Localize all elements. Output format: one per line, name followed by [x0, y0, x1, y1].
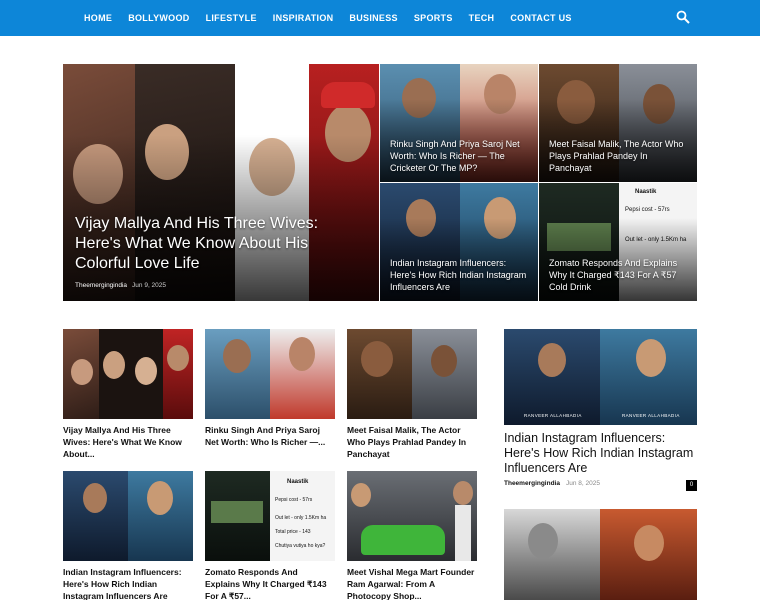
featured-main-meta: Theemergingindia Jun 9, 2025 — [75, 282, 166, 289]
post-card-1-title[interactable]: Vijay Mallya And His Three Wives: Here's… — [63, 424, 193, 460]
post-card-5-phone-line-2: Out let - only 1.5Km ha — [275, 515, 327, 521]
featured-tile-2[interactable]: Meet Faisal Malik, The Actor Who Plays P… — [539, 64, 697, 182]
featured-main-author[interactable]: Theemergingindia — [75, 282, 127, 289]
post-card-4-title[interactable]: Indian Instagram Influencers: Here's How… — [63, 566, 193, 600]
post-card-5-phone-line-4: Chutiya vutiya ho kya? — [275, 543, 326, 549]
nav-menu: HOME BOLLYWOOD LIFESTYLE INSPIRATION BUS… — [76, 0, 580, 36]
featured-tile-3[interactable]: Indian Instagram Influencers: Here's How… — [380, 183, 538, 301]
nav-item-lifestyle[interactable]: LIFESTYLE — [198, 0, 265, 36]
comment-icon[interactable]: 0 — [686, 480, 697, 491]
featured-tile-4-title[interactable]: Zomato Responds And Explains Why It Char… — [549, 257, 689, 293]
nav-item-sports[interactable]: SPORTS — [406, 0, 461, 36]
sidebar-post-thumb[interactable]: RANVEER ALLAHBADIA RANVEER ALLAHBADIA — [504, 329, 697, 425]
featured-main-date: Jun 9, 2025 — [132, 282, 167, 289]
sidebar-thumb-tag-2: RANVEER ALLAHBADIA — [622, 413, 680, 418]
search-icon[interactable] — [676, 10, 690, 24]
featured-tile-2-title[interactable]: Meet Faisal Malik, The Actor Who Plays P… — [549, 138, 689, 174]
post-card-5-phone-line-1: Pepsi cost - 57rs — [275, 497, 313, 503]
post-card-2-title[interactable]: Rinku Singh And Priya Saroj Net Worth: W… — [205, 424, 335, 448]
nav-item-inspiration[interactable]: INSPIRATION — [265, 0, 342, 36]
featured-tile-3-title[interactable]: Indian Instagram Influencers: Here's How… — [390, 257, 530, 293]
nav-item-bollywood[interactable]: BOLLYWOOD — [120, 0, 197, 36]
post-card-1[interactable]: Vijay Mallya And His Three Wives: Here's… — [63, 329, 193, 460]
post-card-6[interactable]: Meet Vishal Mega Mart Founder Ram Agarwa… — [347, 471, 477, 600]
nav-item-tech[interactable]: TECH — [461, 0, 503, 36]
nav-item-business[interactable]: BUSINESS — [341, 0, 405, 36]
post-card-2-thumb[interactable] — [205, 329, 335, 419]
post-card-5-title[interactable]: Zomato Responds And Explains Why It Char… — [205, 566, 335, 600]
featured-tile-4[interactable]: Naastik Pepsi cost - 57rs Out let - only… — [539, 183, 697, 301]
featured-tile-4-phone-line-1: Pepsi cost - 57rs — [625, 207, 670, 213]
post-card-6-title[interactable]: Meet Vishal Mega Mart Founder Ram Agarwa… — [347, 566, 477, 600]
post-card-4-thumb[interactable] — [63, 471, 193, 561]
sidebar-post-meta: Theemergingindia Jun 8, 2025 — [504, 480, 600, 487]
post-card-2[interactable]: Rinku Singh And Priya Saroj Net Worth: W… — [205, 329, 335, 448]
featured-main-post[interactable]: Vijay Mallya And His Three Wives: Here's… — [63, 64, 379, 301]
nav-item-home[interactable]: HOME — [76, 0, 120, 36]
featured-tile-1-title[interactable]: Rinku Singh And Priya Saroj Net Worth: W… — [390, 138, 530, 174]
post-card-3-title[interactable]: Meet Faisal Malik, The Actor Who Plays P… — [347, 424, 477, 460]
featured-main-title[interactable]: Vijay Mallya And His Three Wives: Here's… — [75, 214, 363, 274]
featured-tile-1[interactable]: Rinku Singh And Priya Saroj Net Worth: W… — [380, 64, 538, 182]
sidebar-thumb-tag-1: RANVEER ALLAHBADIA — [524, 413, 582, 418]
post-card-5-phone-name: Naastik — [287, 479, 309, 485]
top-nav: HOME BOLLYWOOD LIFESTYLE INSPIRATION BUS… — [0, 0, 760, 36]
post-card-4[interactable]: Indian Instagram Influencers: Here's How… — [63, 471, 193, 600]
post-card-5[interactable]: Naastik Pepsi cost - 57rs Out let - only… — [205, 471, 335, 600]
post-card-1-thumb[interactable] — [63, 329, 193, 419]
sidebar-post-date: Jun 8, 2025 — [565, 480, 600, 487]
featured-tile-4-phone-name: Naastik — [635, 189, 657, 195]
nav-item-contact-us[interactable]: CONTACT US — [502, 0, 579, 36]
post-card-5-phone-line-3: Total price - 143 — [275, 529, 311, 535]
post-card-5-thumb[interactable]: Naastik Pepsi cost - 57rs Out let - only… — [205, 471, 335, 561]
sidebar-post-title[interactable]: Indian Instagram Influencers: Here's How… — [504, 431, 697, 476]
post-card-3-thumb[interactable] — [347, 329, 477, 419]
post-card-3[interactable]: Meet Faisal Malik, The Actor Who Plays P… — [347, 329, 477, 460]
sidebar-post-author[interactable]: Theemergingindia — [504, 480, 560, 487]
sidebar-post-2-thumb[interactable] — [504, 509, 697, 600]
post-card-6-thumb[interactable] — [347, 471, 477, 561]
